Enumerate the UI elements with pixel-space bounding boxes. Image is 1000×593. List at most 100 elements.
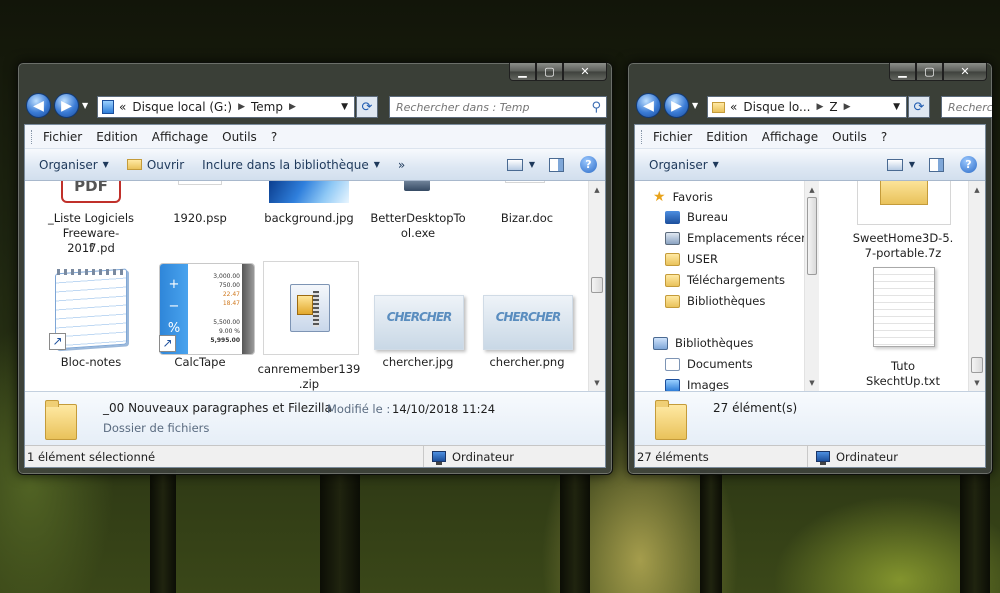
search-input[interactable] bbox=[948, 100, 992, 114]
nav-favoris[interactable]: ★ Favoris bbox=[653, 189, 713, 205]
nav-bureau[interactable]: Bureau bbox=[665, 210, 728, 224]
menu-grip bbox=[641, 129, 645, 144]
doc-thumbnail bbox=[505, 181, 545, 183]
file-label: f bbox=[88, 241, 94, 255]
address-bar[interactable]: « Disque lo... ▶ Z ▶ ▼ bbox=[707, 96, 907, 118]
scroll-down-icon[interactable]: ▼ bbox=[969, 374, 985, 391]
nav-bibliotheques[interactable]: Bibliothèques bbox=[653, 336, 753, 350]
view-mode-icon[interactable] bbox=[506, 158, 523, 171]
address-segment-drive[interactable]: Disque local (G:) bbox=[132, 100, 232, 114]
view-mode-icon[interactable] bbox=[886, 158, 903, 171]
more-commands-button[interactable]: » bbox=[398, 158, 405, 172]
include-library-button[interactable]: Inclure dans la bibliothèque ▼ bbox=[202, 158, 380, 172]
menu-outils[interactable]: Outils bbox=[222, 130, 257, 144]
nav-images[interactable]: Images bbox=[665, 378, 729, 391]
nav-label: Bibliothèques bbox=[687, 294, 766, 308]
help-icon[interactable]: ? bbox=[960, 156, 977, 173]
minimize-button[interactable]: ▁ bbox=[889, 63, 916, 81]
forward-button[interactable]: ▶ bbox=[664, 93, 689, 118]
scroll-down-icon[interactable]: ▼ bbox=[805, 374, 819, 391]
address-separator-icon[interactable]: ▶ bbox=[817, 102, 824, 112]
menu-fichier[interactable]: Fichier bbox=[653, 130, 692, 144]
file-label: chercher.png bbox=[489, 355, 565, 369]
menu-outils[interactable]: Outils bbox=[832, 130, 867, 144]
file-item[interactable]: CHERCHER chercher.jpg bbox=[366, 265, 470, 375]
vertical-scrollbar[interactable]: ▲ ▼ bbox=[968, 181, 985, 391]
history-dropdown-icon[interactable]: ▼ bbox=[82, 101, 88, 110]
close-button[interactable]: ✕ bbox=[563, 63, 607, 81]
menu-edition[interactable]: Edition bbox=[706, 130, 748, 144]
file-item[interactable]: PDF _Liste Logiciels Freeware-2017.pd f bbox=[39, 181, 143, 261]
file-item[interactable]: Bizar.doc bbox=[475, 181, 579, 231]
maximize-button[interactable]: ▢ bbox=[536, 63, 563, 81]
search-input[interactable] bbox=[396, 100, 587, 114]
scroll-up-icon[interactable]: ▲ bbox=[805, 181, 819, 198]
refresh-button[interactable]: ⟳ bbox=[356, 96, 378, 118]
nav-telechargements[interactable]: Téléchargements bbox=[665, 273, 785, 287]
scroll-up-icon[interactable]: ▲ bbox=[969, 181, 985, 198]
address-prefix: « bbox=[119, 100, 127, 114]
scroll-thumb[interactable] bbox=[807, 197, 817, 275]
view-dropdown-icon[interactable]: ▼ bbox=[909, 160, 915, 169]
maximize-button[interactable]: ▢ bbox=[916, 63, 943, 81]
menu-affichage[interactable]: Affichage bbox=[762, 130, 818, 144]
images-icon bbox=[665, 378, 680, 391]
file-item[interactable]: canremember139 .zip bbox=[257, 261, 361, 391]
scroll-thumb[interactable] bbox=[971, 357, 983, 373]
organize-label: Organiser bbox=[39, 157, 98, 172]
menu-edition[interactable]: Edition bbox=[96, 130, 138, 144]
nav-documents[interactable]: Documents bbox=[665, 357, 753, 371]
file-label: SkechtUp.txt bbox=[866, 374, 940, 388]
forward-button[interactable]: ▶ bbox=[54, 93, 79, 118]
tape-line: 18.47 bbox=[222, 300, 240, 307]
menu-affichage[interactable]: Affichage bbox=[152, 130, 208, 144]
file-item[interactable]: SweetHome3D-5. 7-portable.7z bbox=[851, 181, 955, 261]
preview-pane-icon[interactable] bbox=[929, 157, 944, 172]
address-segment-drive[interactable]: Disque lo... bbox=[743, 100, 810, 114]
address-dropdown-icon[interactable]: ▼ bbox=[887, 102, 906, 112]
organize-button[interactable]: Organiser ▼ bbox=[39, 158, 109, 172]
organize-button[interactable]: Organiser ▼ bbox=[649, 158, 719, 172]
file-item[interactable]: background.jpg bbox=[257, 181, 361, 231]
search-box[interactable] bbox=[941, 96, 992, 118]
file-item[interactable]: 1920.psp bbox=[148, 181, 252, 231]
view-dropdown-icon[interactable]: ▼ bbox=[529, 160, 535, 169]
close-button[interactable]: ✕ bbox=[943, 63, 987, 81]
address-segment-folder[interactable]: Z bbox=[829, 100, 837, 114]
file-item[interactable]: + − % 3,000.00 750.00 22.47 18.47 5,500.… bbox=[148, 263, 255, 375]
nav-scrollbar[interactable]: ▲ ▼ bbox=[804, 181, 819, 391]
menu-help[interactable]: ? bbox=[271, 130, 277, 144]
nav-user[interactable]: USER bbox=[665, 252, 718, 266]
address-separator-icon[interactable]: ▶ bbox=[289, 102, 296, 112]
help-icon[interactable]: ? bbox=[580, 156, 597, 173]
address-dropdown-icon[interactable]: ▼ bbox=[335, 102, 354, 112]
back-button[interactable]: ◀ bbox=[26, 93, 51, 118]
open-button[interactable]: Ouvrir bbox=[126, 158, 184, 172]
back-button[interactable]: ◀ bbox=[636, 93, 661, 118]
nav-bibliotheques-fav[interactable]: Bibliothèques bbox=[665, 294, 765, 308]
scroll-up-icon[interactable]: ▲ bbox=[589, 181, 605, 198]
file-item[interactable]: CHERCHER chercher.png bbox=[475, 265, 579, 375]
drive-icon bbox=[102, 100, 114, 114]
refresh-button[interactable]: ⟳ bbox=[908, 96, 930, 118]
file-item[interactable]: ↗ Bloc-notes bbox=[39, 265, 143, 375]
scroll-down-icon[interactable]: ▼ bbox=[589, 374, 605, 391]
folder-icon bbox=[45, 400, 77, 440]
preview-pane-icon[interactable] bbox=[549, 157, 564, 172]
file-label: Tuto bbox=[890, 359, 916, 373]
menu-fichier[interactable]: Fichier bbox=[43, 130, 82, 144]
address-separator-icon[interactable]: ▶ bbox=[238, 102, 245, 112]
minimize-button[interactable]: ▁ bbox=[509, 63, 536, 81]
address-separator-icon[interactable]: ▶ bbox=[844, 102, 851, 112]
address-bar[interactable]: « Disque local (G:) ▶ Temp ▶ ▼ bbox=[97, 96, 355, 118]
file-item[interactable]: BetterDesktopTo ol.exe bbox=[366, 181, 470, 241]
vertical-scrollbar[interactable]: ▲ ▼ bbox=[588, 181, 605, 391]
search-box[interactable]: ⚲ bbox=[389, 96, 607, 118]
history-dropdown-icon[interactable]: ▼ bbox=[692, 101, 698, 110]
menu-help[interactable]: ? bbox=[881, 130, 887, 144]
nav-emplacements-recents[interactable]: Emplacements récents bbox=[665, 231, 819, 245]
search-icon[interactable]: ⚲ bbox=[586, 100, 606, 115]
address-segment-folder[interactable]: Temp bbox=[251, 100, 283, 114]
scroll-thumb[interactable] bbox=[591, 277, 603, 293]
file-item[interactable]: Tuto SkechtUp.txt bbox=[851, 267, 955, 388]
